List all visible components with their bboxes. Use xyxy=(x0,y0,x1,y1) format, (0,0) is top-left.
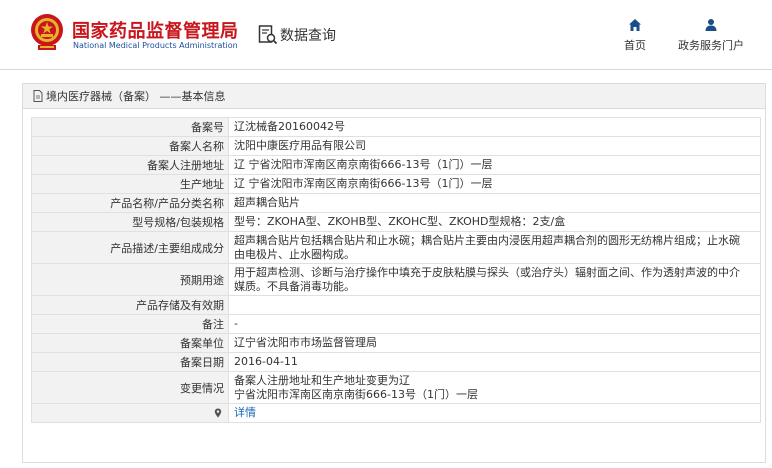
field-value: 备案人注册地址和生产地址变更为辽 宁省沈阳市浑南区南京南街666-13号（1门）… xyxy=(228,371,761,404)
brand-title: 国家药品监督管理局 xyxy=(72,21,239,42)
field-value: 辽沈械备20160042号 xyxy=(228,117,761,137)
field-label: 变更情况 xyxy=(31,371,229,404)
details-link[interactable]: 详情 xyxy=(234,406,256,419)
nav-gov-portal-label: 政务服务门户 xyxy=(678,39,744,52)
field-value: - xyxy=(228,314,761,334)
table-row: 生产地址 辽 宁省沈阳市浑南区南京南街666-13号（1门）一层 xyxy=(31,174,761,194)
field-label: 型号规格/包装规格 xyxy=(31,212,229,232)
table-row: 备案号 辽沈械备20160042号 xyxy=(31,117,761,137)
brand-subtitle: National Medical Products Administration xyxy=(73,41,238,50)
table-row: 详情 xyxy=(31,403,761,423)
field-label: 产品存储及有效期 xyxy=(31,295,229,315)
field-label: 备案单位 xyxy=(31,333,229,353)
field-value: 辽 宁省沈阳市浑南区南京南街666-13号（1门）一层 xyxy=(228,174,761,194)
nav-gov-portal[interactable]: 政务服务门户 xyxy=(674,18,748,53)
field-label: 备案人名称 xyxy=(31,136,229,156)
data-query-icon[interactable] xyxy=(258,24,278,46)
document-icon xyxy=(33,90,43,102)
field-value xyxy=(228,295,761,315)
national-emblem-icon xyxy=(31,14,63,50)
field-label: 备案人注册地址 xyxy=(31,155,229,175)
field-value: 超声耦合贴片包括耦合贴片和止水碗；耦合贴片主要由内浸医用超声耦合剂的圆形无纺棉片… xyxy=(228,231,761,264)
field-label: 生产地址 xyxy=(31,174,229,194)
nav-home[interactable]: 首页 xyxy=(622,18,648,53)
table-row: 预期用途 用于超声检测、诊断与治疗操作中填充于皮肤粘膜与探头（或治疗头）辐射面之… xyxy=(31,263,761,296)
user-icon xyxy=(705,19,717,31)
table-row: 备案人注册地址 辽 宁省沈阳市浑南区南京南街666-13号（1门）一层 xyxy=(31,155,761,175)
home-icon xyxy=(629,19,641,31)
site-header: 国家药品监督管理局 National Medical Products Admi… xyxy=(0,0,772,70)
table-row: 备案日期 2016-04-11 xyxy=(31,352,761,372)
field-value: 用于超声检测、诊断与治疗操作中填充于皮肤粘膜与探头（或治疗头）辐射面之间、作为透… xyxy=(228,263,761,296)
table-row: 备案单位 辽宁省沈阳市市场监督管理局 xyxy=(31,333,761,353)
field-value: 型号：ZKOHA型、ZKOHB型、ZKOHC型、ZKOHD型规格：2支/盒 xyxy=(228,212,761,232)
breadcrumb-text: 境内医疗器械（备案） ——基本信息 xyxy=(46,90,226,103)
detail-panel: 境内医疗器械（备案） ——基本信息 备案号 辽沈械备20160042号 备案人名… xyxy=(22,83,766,463)
table-row: 备注 - xyxy=(31,314,761,334)
field-label: 备注 xyxy=(31,314,229,334)
table-row: 产品存储及有效期 xyxy=(31,295,761,315)
table-row: 变更情况 备案人注册地址和生产地址变更为辽 宁省沈阳市浑南区南京南街666-13… xyxy=(31,371,761,404)
table-row: 型号规格/包装规格 型号：ZKOHA型、ZKOHB型、ZKOHC型、ZKOHD型… xyxy=(31,212,761,232)
field-value: 详情 xyxy=(228,403,761,423)
location-pin-icon xyxy=(214,408,222,417)
table-row: 产品描述/主要组成成分 超声耦合贴片包括耦合贴片和止水碗；耦合贴片主要由内浸医用… xyxy=(31,231,761,264)
field-label: 备案号 xyxy=(31,117,229,137)
breadcrumb: 境内医疗器械（备案） ——基本信息 xyxy=(23,84,765,109)
field-label: 产品名称/产品分类名称 xyxy=(31,193,229,213)
field-label: 产品描述/主要组成成分 xyxy=(31,231,229,264)
table-row: 备案人名称 沈阳中康医疗用品有限公司 xyxy=(31,136,761,156)
data-query-link[interactable]: 数据查询 xyxy=(280,25,336,45)
details-label-cell xyxy=(31,403,229,423)
field-label: 预期用途 xyxy=(31,263,229,296)
field-value: 超声耦合贴片 xyxy=(228,193,761,213)
field-value: 辽 宁省沈阳市浑南区南京南街666-13号（1门）一层 xyxy=(228,155,761,175)
detail-table: 备案号 辽沈械备20160042号 备案人名称 沈阳中康医疗用品有限公司 备案人… xyxy=(31,117,761,423)
nav-home-label: 首页 xyxy=(624,39,646,52)
field-value: 2016-04-11 xyxy=(228,352,761,372)
table-row: 产品名称/产品分类名称 超声耦合贴片 xyxy=(31,193,761,213)
field-value: 辽宁省沈阳市市场监督管理局 xyxy=(228,333,761,353)
field-value: 沈阳中康医疗用品有限公司 xyxy=(228,136,761,156)
field-label: 备案日期 xyxy=(31,352,229,372)
